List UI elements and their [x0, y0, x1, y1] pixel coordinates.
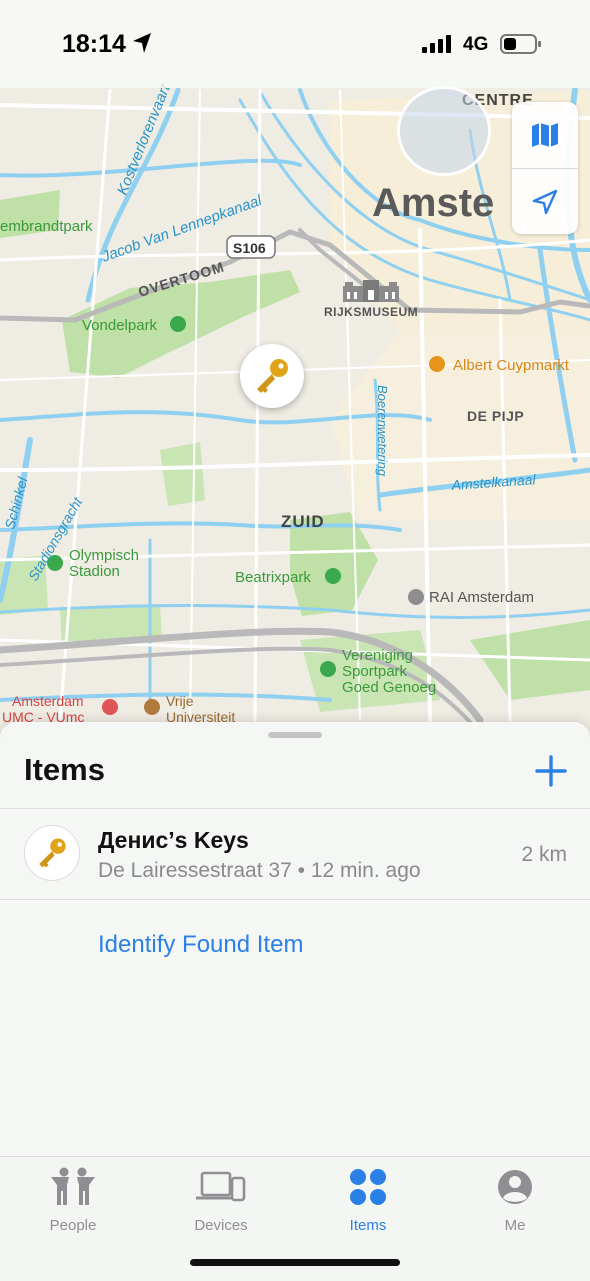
item-subtitle: De Lairessestraat 37 • 12 min. ago [98, 859, 421, 883]
sheet-title: Items [24, 752, 105, 787]
map-label-vrije: Vrije [166, 693, 194, 709]
home-indicator[interactable] [190, 1259, 400, 1266]
map-label-sportpark: Sportpark [342, 663, 408, 680]
map-label-vondelpark: Vondelpark [82, 317, 158, 334]
tab-label-me: Me [504, 1217, 526, 1234]
map-label-amsterdam-umc: Amsterdam [12, 693, 84, 709]
network-type: 4G [463, 34, 489, 55]
compass-icon[interactable] [397, 86, 491, 176]
tab-devices[interactable]: Devices [161, 1165, 281, 1245]
people-icon [51, 1167, 95, 1205]
item-distance: 2 km [521, 843, 567, 866]
item-avatar [25, 826, 79, 880]
battery-icon [500, 34, 541, 54]
item-address: De Lairessestraat 37 [98, 859, 292, 882]
map-label-vereniging: Vereniging [342, 647, 413, 664]
map-label-rai-amsterdam: RAI Amsterdam [429, 589, 534, 606]
map-label-rijksmuseum: RIJKSMUSEUM [324, 305, 418, 319]
person-icon [498, 1170, 532, 1204]
separator-dot: • [297, 859, 311, 882]
list-item[interactable]: Денис’s Keys De Lairessestraat 37 • 12 m… [0, 809, 590, 899]
status-bar: 18:14 4G [0, 0, 590, 88]
cellular-signal-icon [422, 35, 451, 53]
add-item-button[interactable] [534, 754, 568, 788]
tab-items[interactable]: Items [308, 1165, 428, 1245]
item-location-pin[interactable] [240, 344, 304, 408]
tab-people[interactable]: People [13, 1165, 133, 1245]
location-services-icon [133, 33, 151, 53]
map-label-albert-cuypmarkt: Albert Cuypmarkt [453, 357, 570, 374]
map-label-amsterdam: Amste [372, 181, 494, 225]
identify-found-item-link[interactable]: Identify Found Item [98, 931, 303, 959]
status-time: 18:14 [62, 30, 126, 58]
map-label-de-pijp: DE PIJP [467, 408, 524, 424]
location-arrow-icon [532, 189, 558, 215]
key-icon [257, 359, 288, 393]
item-name: Денис’s Keys [98, 827, 249, 853]
key-icon [39, 838, 66, 868]
tab-label-people: People [49, 1217, 97, 1234]
item-time-ago: 12 min. ago [310, 859, 421, 882]
items-icon [350, 1169, 386, 1205]
map-label-boerenwetering: Boerenwetering [375, 385, 390, 477]
map-label-goed-genoeg: Goed Genoeg [342, 679, 436, 696]
tab-label-items: Items [349, 1217, 387, 1234]
map-label-olympisch: Olympisch [69, 547, 139, 564]
map-label-zuid: ZUID [281, 512, 325, 531]
map-mode-button[interactable] [512, 102, 578, 168]
current-location-button[interactable] [512, 169, 578, 235]
devices-icon [196, 1171, 246, 1202]
map-label-beatrixpark: Beatrixpark [235, 569, 311, 586]
map-label-stadion: Stadion [69, 563, 120, 580]
map-label-rembrandtpark: embrandtpark [0, 218, 93, 235]
tab-label-devices: Devices [194, 1217, 248, 1234]
map-icon [532, 123, 558, 147]
tab-me[interactable]: Me [455, 1165, 575, 1245]
map-label-route-s106: S106 [233, 240, 266, 256]
sheet-grabber[interactable] [268, 732, 322, 738]
map-controls [512, 102, 578, 234]
